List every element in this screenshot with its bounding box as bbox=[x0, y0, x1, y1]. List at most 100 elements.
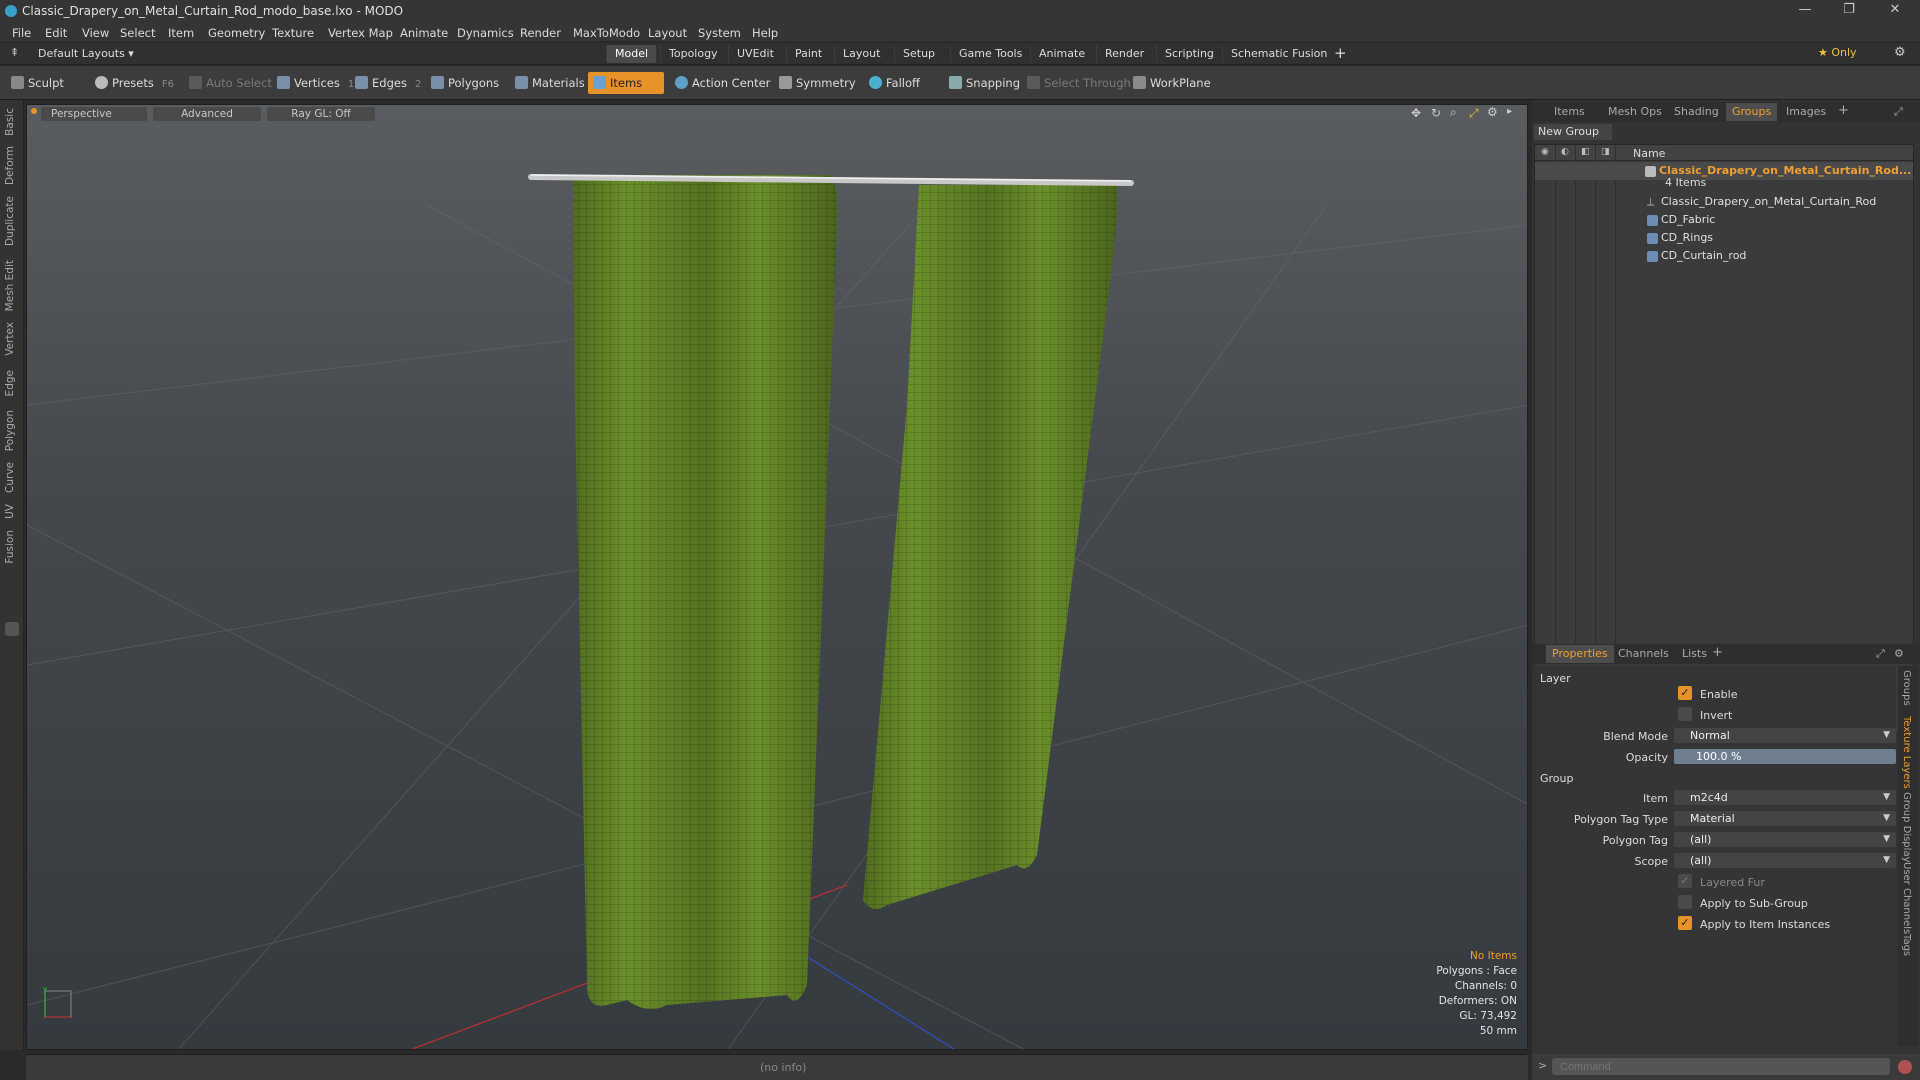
tree-item-row[interactable]: CD_Fabric bbox=[1535, 211, 1913, 229]
minimize-button[interactable]: — bbox=[1790, 2, 1820, 20]
items-button[interactable]: Items bbox=[588, 72, 664, 94]
menu-select[interactable]: Select bbox=[120, 26, 155, 40]
tab-properties[interactable]: Properties bbox=[1546, 645, 1614, 663]
lock-column-icon[interactable]: ◧ bbox=[1581, 147, 1590, 157]
vtab-curve[interactable]: Curve bbox=[4, 462, 20, 493]
apply-instances-checkbox[interactable]: ✓ bbox=[1678, 916, 1692, 930]
tab-paint[interactable]: Paint bbox=[786, 45, 830, 63]
shading-mode-button[interactable]: Advanced bbox=[153, 107, 261, 121]
blend-mode-select[interactable]: Normal ▼ bbox=[1674, 728, 1896, 743]
apply-sub-group-checkbox[interactable] bbox=[1678, 895, 1692, 909]
render-column-icon[interactable]: ◐ bbox=[1561, 147, 1569, 157]
menu-edit[interactable]: Edit bbox=[45, 26, 67, 40]
add-tab-icon[interactable]: + bbox=[1712, 645, 1723, 660]
tab-mesh-ops[interactable]: Mesh Ops bbox=[1608, 105, 1662, 118]
vtab-user-channels[interactable]: User Channels bbox=[1901, 862, 1912, 934]
gear-icon[interactable]: ⚙ bbox=[1894, 45, 1906, 60]
vtab-deform[interactable]: Deform bbox=[4, 146, 20, 185]
menu-layout[interactable]: Layout bbox=[648, 26, 687, 40]
polygons-button[interactable]: Polygons bbox=[426, 72, 505, 94]
tab-setup[interactable]: Setup bbox=[894, 45, 943, 63]
tab-game-tools[interactable]: Game Tools bbox=[950, 45, 1030, 63]
tab-shading[interactable]: Shading bbox=[1674, 105, 1719, 118]
vtab-basic[interactable]: Basic bbox=[4, 108, 20, 136]
symmetry-button[interactable]: Symmetry bbox=[774, 72, 862, 94]
vtab-texture-layers[interactable]: Texture Layers bbox=[1901, 716, 1912, 789]
tab-schematic-fusion[interactable]: Schematic Fusion bbox=[1222, 45, 1335, 63]
only-toggle[interactable]: ★ Only bbox=[1818, 46, 1857, 59]
opacity-slider[interactable]: 100.0 % bbox=[1674, 749, 1896, 764]
polygon-tag-type-select[interactable]: Material ▼ bbox=[1674, 811, 1896, 826]
item-select[interactable]: m2c4d ▼ bbox=[1674, 790, 1896, 805]
menu-vertex-map[interactable]: Vertex Map bbox=[328, 26, 393, 40]
tab-animate[interactable]: Animate bbox=[1030, 45, 1093, 63]
raygl-button[interactable]: Ray GL: Off bbox=[267, 107, 375, 121]
tab-model[interactable]: Model bbox=[606, 45, 657, 63]
vtab-fusion[interactable]: Fusion bbox=[4, 530, 20, 564]
tab-uvedit[interactable]: UVEdit bbox=[728, 45, 782, 63]
tab-topology[interactable]: Topology bbox=[660, 45, 726, 63]
command-input[interactable] bbox=[1552, 1058, 1890, 1075]
zoom-icon[interactable]: ⌕ bbox=[1450, 105, 1457, 120]
viewport-settings-icon[interactable]: ⚙ bbox=[1487, 105, 1498, 119]
select-column-icon[interactable]: ◨ bbox=[1601, 147, 1610, 157]
menu-render[interactable]: Render bbox=[520, 26, 561, 40]
scope-select[interactable]: (all) ▼ bbox=[1674, 853, 1896, 868]
menu-animate[interactable]: Animate bbox=[400, 26, 448, 40]
layout-arrow-icon[interactable]: ⇞ bbox=[10, 46, 19, 59]
tab-scripting[interactable]: Scripting bbox=[1156, 45, 1222, 63]
close-button[interactable]: ✕ bbox=[1880, 2, 1910, 20]
tab-lists[interactable]: Lists bbox=[1682, 647, 1707, 660]
menu-system[interactable]: System bbox=[698, 26, 741, 40]
rotate-icon[interactable]: ↻ bbox=[1431, 106, 1441, 120]
vtab-mesh-edit[interactable]: Mesh Edit bbox=[4, 260, 20, 311]
action-center-button[interactable]: Action Center bbox=[670, 72, 776, 94]
layered-fur-checkbox[interactable]: ✓ bbox=[1678, 874, 1692, 888]
tab-layout[interactable]: Layout bbox=[834, 45, 888, 63]
fit-icon[interactable]: ⤢ bbox=[1469, 106, 1479, 121]
tab-channels[interactable]: Channels bbox=[1618, 647, 1669, 660]
tab-groups[interactable]: Groups bbox=[1726, 103, 1778, 121]
menu-texture[interactable]: Texture bbox=[272, 26, 314, 40]
layer-section-header[interactable]: Layer bbox=[1540, 672, 1571, 685]
edges-button[interactable]: Edges 2 bbox=[350, 72, 427, 94]
falloff-button[interactable]: Falloff bbox=[864, 72, 926, 94]
vtab-tags[interactable]: Tags bbox=[1901, 934, 1912, 956]
new-group-button[interactable]: New Group bbox=[1534, 124, 1612, 140]
pan-icon[interactable]: ✥ bbox=[1411, 106, 1421, 120]
tab-items[interactable]: Items bbox=[1554, 105, 1585, 118]
tab-render[interactable]: Render bbox=[1096, 45, 1152, 63]
viewport-more-icon[interactable]: ▸ bbox=[1507, 106, 1512, 117]
restore-button[interactable]: ❐ bbox=[1834, 2, 1864, 20]
expand-icon[interactable]: ⤢ bbox=[1894, 105, 1903, 119]
presets-button[interactable]: Presets F6 bbox=[90, 72, 180, 94]
vtab-duplicate[interactable]: Duplicate bbox=[4, 196, 20, 246]
visibility-column-icon[interactable]: ◉ bbox=[1541, 147, 1549, 157]
menu-view[interactable]: View bbox=[82, 26, 109, 40]
3d-viewport[interactable]: Perspective Advanced Ray GL: Off ✥ ↻ ⌕ ⤢… bbox=[26, 104, 1528, 1050]
enable-checkbox[interactable]: ✓ bbox=[1678, 686, 1692, 700]
tree-item-row[interactable]: CD_Curtain_rod bbox=[1535, 247, 1913, 265]
auto-select-button[interactable]: Auto Select bbox=[184, 72, 278, 94]
vtab-groups[interactable]: Groups bbox=[1901, 670, 1912, 706]
panel-toggle-icon[interactable] bbox=[5, 622, 19, 636]
group-section-header[interactable]: Group bbox=[1540, 772, 1574, 785]
materials-button[interactable]: Materials bbox=[510, 72, 591, 94]
menu-item[interactable]: Item bbox=[168, 26, 194, 40]
vtab-edge[interactable]: Edge bbox=[4, 370, 20, 396]
polygon-tag-select[interactable]: (all) ▼ bbox=[1674, 832, 1896, 847]
select-through-button[interactable]: Select Through bbox=[1022, 72, 1137, 94]
menu-geometry[interactable]: Geometry bbox=[208, 26, 265, 40]
invert-checkbox[interactable] bbox=[1678, 707, 1692, 721]
add-tab-icon[interactable]: + bbox=[1838, 103, 1849, 118]
vtab-polygon[interactable]: Polygon bbox=[4, 410, 20, 451]
sculpt-button[interactable]: Sculpt bbox=[6, 72, 70, 94]
view-type-button[interactable]: Perspective bbox=[41, 107, 147, 121]
tree-item-row[interactable]: CD_Rings bbox=[1535, 229, 1913, 247]
vtab-vertex[interactable]: Vertex bbox=[4, 322, 20, 356]
vertices-button[interactable]: Vertices 1 bbox=[272, 72, 360, 94]
tab-images[interactable]: Images bbox=[1786, 105, 1826, 118]
menu-dynamics[interactable]: Dynamics bbox=[457, 26, 514, 40]
menu-help[interactable]: Help bbox=[752, 26, 778, 40]
command-history-icon[interactable] bbox=[1898, 1060, 1912, 1074]
